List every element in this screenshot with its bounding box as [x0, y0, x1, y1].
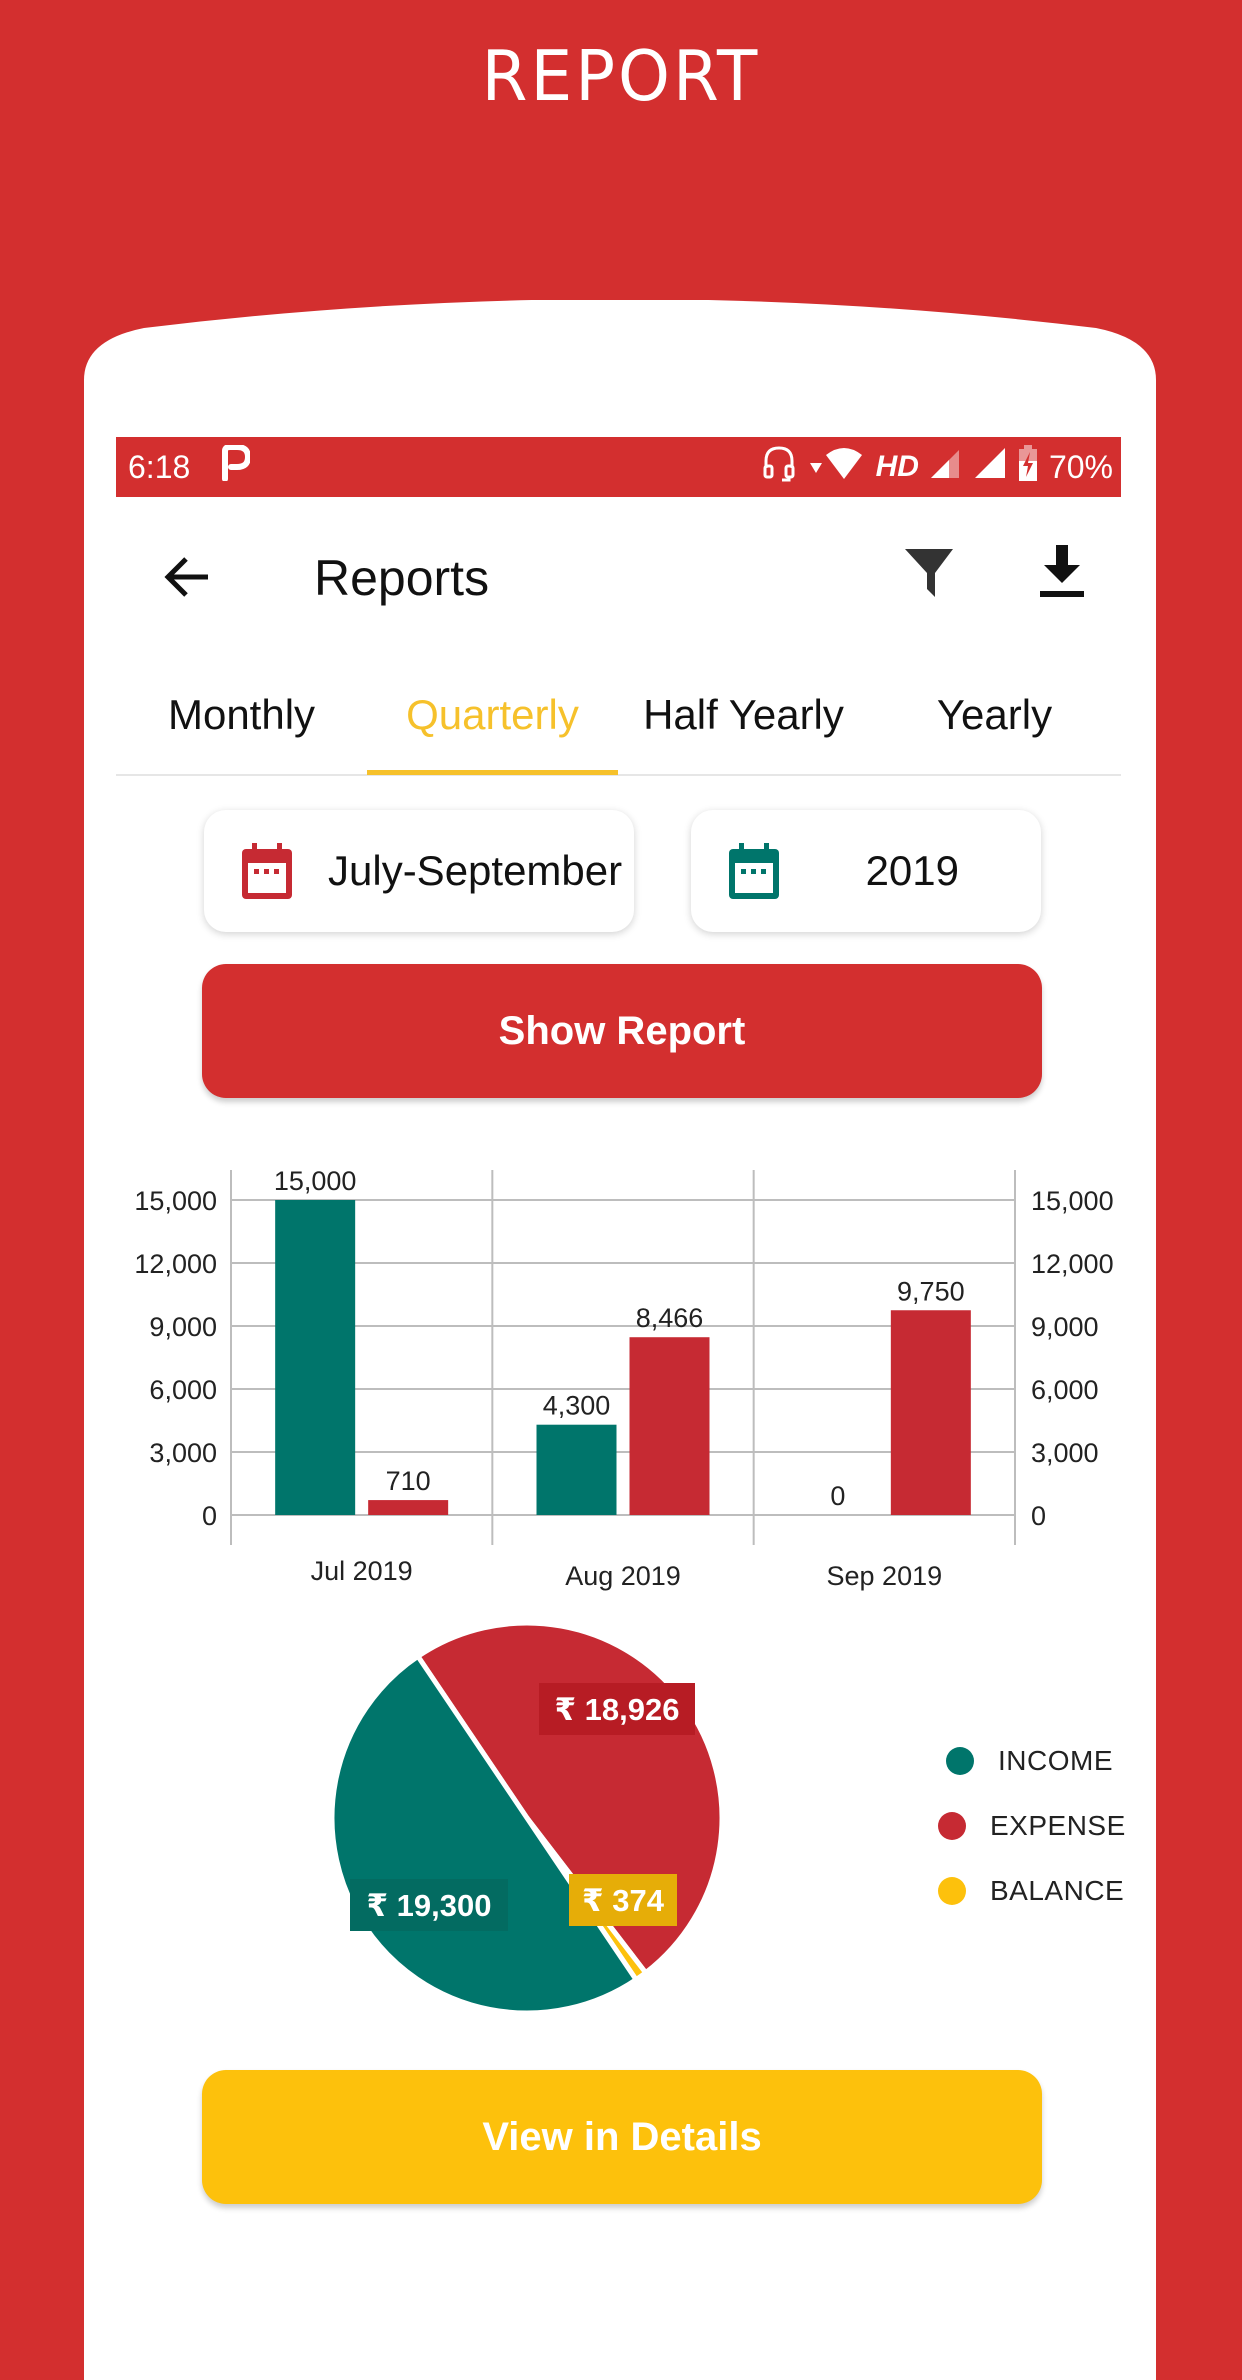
show-report-button[interactable]: Show Report	[202, 964, 1042, 1098]
calendar-icon	[242, 843, 292, 899]
page-title: Reports	[314, 550, 490, 606]
download-button[interactable]	[1034, 541, 1090, 601]
quarter-picker[interactable]: July-September	[204, 810, 634, 932]
app-bar: Reports	[116, 497, 1121, 657]
quarter-value: July-September	[328, 847, 623, 894]
legend-label: BALANCE	[990, 1874, 1125, 1906]
hd-label: HD	[875, 450, 919, 483]
pie-legend: INCOME EXPENSE BALANCE	[938, 1728, 1126, 1923]
tab-yearly[interactable]: Yearly	[869, 657, 1120, 772]
tab-quarterly[interactable]: Quarterly	[367, 657, 618, 775]
legend-label: INCOME	[998, 1744, 1113, 1776]
period-tabs: Monthly Quarterly Half Yearly Yearly	[116, 657, 1121, 776]
promo-title: REPORT	[481, 36, 761, 117]
headset-icon	[762, 444, 796, 490]
p-app-icon	[220, 443, 252, 490]
signal-icon	[929, 446, 963, 488]
status-time: 6:18	[128, 448, 191, 485]
legend-dot-income	[946, 1746, 974, 1775]
year-value: 2019	[865, 847, 959, 894]
app-screen: 6:18 HD 70% Reports Monthly Quarterly Ha…	[116, 437, 1125, 2208]
legend-item-expense: EXPENSE	[938, 1793, 1126, 1858]
wifi-icon	[806, 445, 866, 489]
year-picker[interactable]: 2019	[691, 810, 1041, 932]
download-icon	[1040, 545, 1084, 597]
status-bar: 6:18 HD 70%	[116, 437, 1121, 497]
filter-button[interactable]	[899, 543, 959, 603]
signal-icon	[973, 446, 1007, 488]
calendar-icon	[729, 843, 779, 899]
tab-half-yearly[interactable]: Half Yearly	[618, 657, 869, 772]
back-button[interactable]	[158, 547, 218, 607]
battery-charging-icon	[1017, 444, 1039, 490]
legend-item-income: INCOME	[946, 1728, 1126, 1793]
legend-item-balance: BALANCE	[938, 1858, 1126, 1923]
view-details-button[interactable]: View in Details	[202, 2070, 1042, 2204]
legend-dot-balance	[938, 1876, 966, 1905]
battery-percent: 70%	[1048, 448, 1113, 485]
tab-monthly[interactable]: Monthly	[116, 657, 367, 772]
legend-label: EXPENSE	[990, 1809, 1126, 1841]
legend-dot-expense	[938, 1811, 966, 1840]
filter-icon	[905, 549, 953, 597]
arrow-left-icon	[164, 557, 208, 597]
